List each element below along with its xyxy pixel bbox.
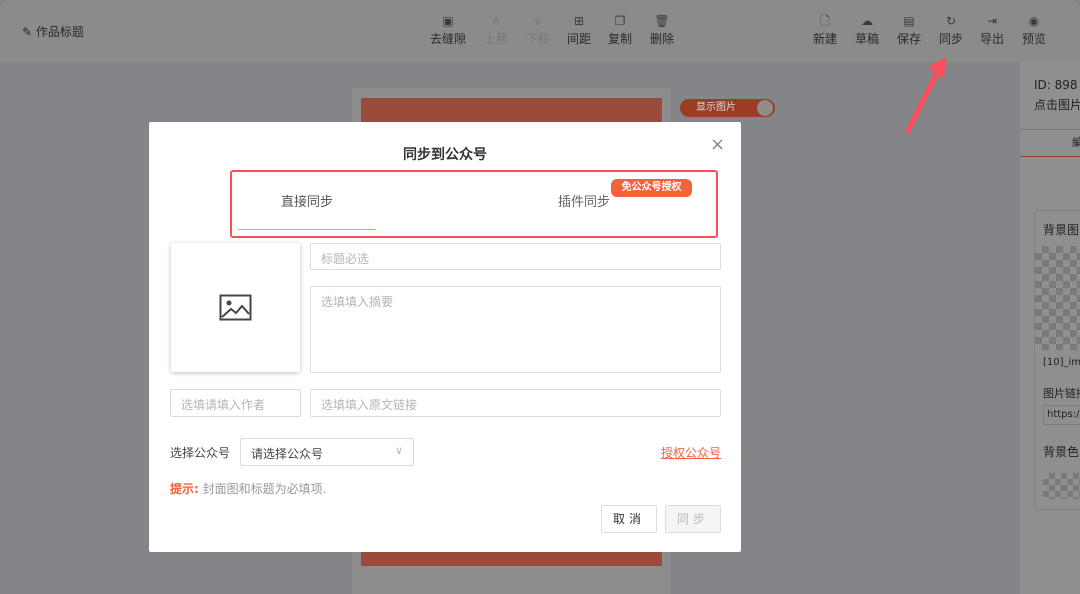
bg-image-preview[interactable] xyxy=(1035,246,1080,350)
export-icon: ⇥ xyxy=(986,14,998,28)
remove-gap-button[interactable]: ▣ 去缝隙 xyxy=(428,12,468,47)
image-link-input[interactable]: https://b xyxy=(1043,405,1080,425)
sync-icon: ↻ xyxy=(945,14,957,28)
close-icon[interactable]: × xyxy=(710,134,725,155)
select-account-label: 选择公众号 xyxy=(170,446,231,460)
tab-direct-sync[interactable]: 直接同步 xyxy=(238,182,376,230)
right-panel: ID: 898 点击图片 編 背景图 [10]_ima 图片链接 https:/… xyxy=(1020,62,1080,594)
hint-text: 点击图片 xyxy=(1034,98,1080,112)
move-down-button[interactable]: ∨ 下移 xyxy=(518,12,558,47)
author-input[interactable]: 选填请填入作者 xyxy=(170,389,301,417)
move-up-button[interactable]: ∧ 上移 xyxy=(476,12,516,47)
spacing-button[interactable]: ⊞ 间距 xyxy=(559,12,599,47)
tip: 提示: 封面图和标题为必填项. xyxy=(170,482,327,496)
sync-button[interactable]: ↻ 同步 xyxy=(931,12,971,47)
element-id: ID: 898 xyxy=(1034,78,1078,92)
annotation-arrow-icon xyxy=(905,57,946,134)
show-image-toggle[interactable]: 显示图片 xyxy=(680,99,775,117)
copy-button[interactable]: ❐ 复制 xyxy=(600,12,640,47)
spacing-icon: ⊞ xyxy=(573,14,585,28)
cover-upload[interactable] xyxy=(171,243,300,372)
gap-icon: ▣ xyxy=(442,14,454,28)
authorize-account-link[interactable]: 授权公众号 xyxy=(661,444,721,461)
delete-button[interactable]: 🗑 删除 xyxy=(642,12,682,47)
save-icon: ▤ xyxy=(903,14,915,28)
source-link-input[interactable]: 选填填入原文链接 xyxy=(310,389,721,417)
trash-icon: 🗑 xyxy=(654,14,670,28)
image-icon xyxy=(219,294,252,321)
copy-icon: ❐ xyxy=(614,14,626,28)
cancel-button[interactable]: 取消 xyxy=(601,505,657,533)
chevron-up-icon: ∧ xyxy=(491,14,501,28)
sync-submit-button[interactable]: 同步 xyxy=(665,505,721,533)
new-file-icon: 🗋 xyxy=(820,14,830,28)
no-auth-badge: 免公众号授权 xyxy=(611,179,692,197)
chevron-down-icon: ∨ xyxy=(394,444,403,457)
modal-title: 同步到公众号 xyxy=(403,147,487,163)
work-title[interactable]: ✎ 作品标题 xyxy=(22,23,84,40)
export-button[interactable]: ⇥ 导出 xyxy=(972,12,1012,47)
top-toolbar: ✎ 作品标题 ▣ 去缝隙 ∧ 上移 ∨ 下移 ⊞ 间距 ❐ 复制 🗑 删除 🗋 新建 ☁ 草稿 … xyxy=(0,0,1080,62)
chevron-down-icon: ∨ xyxy=(533,14,543,28)
sync-modal: 同步到公众号 × 直接同步 插件同步 免公众号授权 标题必选 选填填入摘要 选填… xyxy=(149,122,741,552)
draft-button[interactable]: ☁ 草稿 xyxy=(847,12,887,47)
preview-button[interactable]: ◉ 预览 xyxy=(1014,12,1054,47)
save-button[interactable]: ▤ 保存 xyxy=(889,12,929,47)
account-select[interactable]: 请选择公众号 ∨ xyxy=(240,438,414,466)
new-button[interactable]: 🗋 新建 xyxy=(805,12,845,47)
work-title-label: 作品标题 xyxy=(35,25,84,39)
eye-icon: ◉ xyxy=(1028,14,1040,28)
summary-textarea[interactable]: 选填填入摘要 xyxy=(310,286,721,373)
cloud-icon: ☁ xyxy=(861,14,873,28)
bg-section: 背景图 [10]_ima 图片链接 https://b 背景色 xyxy=(1034,210,1080,510)
title-input[interactable]: 标题必选 xyxy=(310,243,721,270)
panel-tab[interactable]: 編 xyxy=(1072,134,1080,150)
bg-color-swatch[interactable] xyxy=(1043,473,1080,499)
pencil-icon: ✎ xyxy=(22,25,33,39)
